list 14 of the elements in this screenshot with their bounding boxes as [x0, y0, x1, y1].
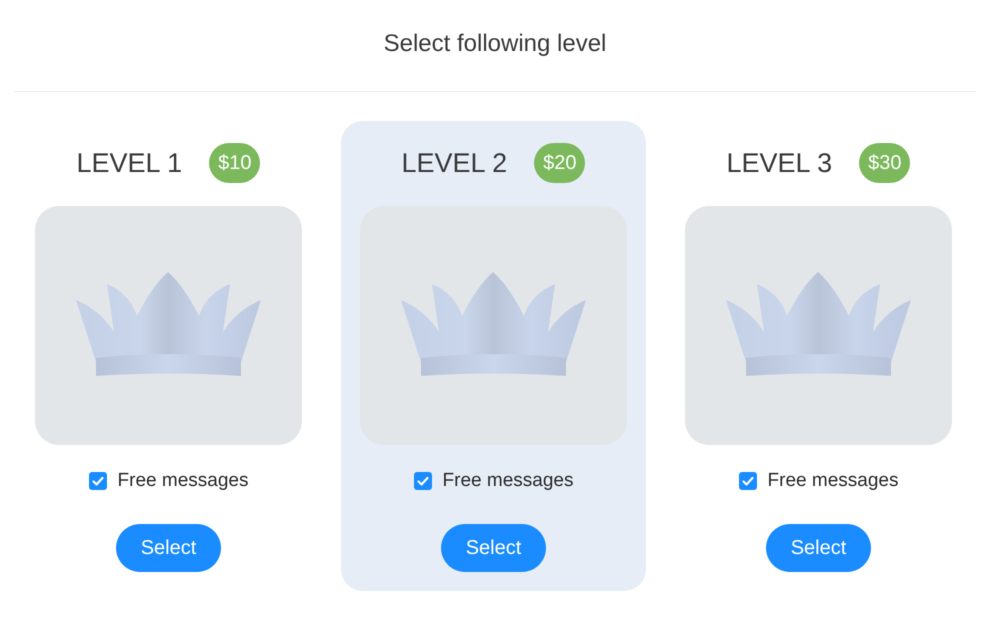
price-badge: $30 [859, 143, 910, 183]
feature-label: Free messages [768, 470, 898, 492]
level-title: LEVEL 1 [76, 147, 182, 179]
page-title: Select following level [384, 30, 606, 58]
feature-label: Free messages [442, 470, 574, 492]
feature-label: Free messages [118, 470, 248, 492]
price-badge: $10 [209, 143, 260, 183]
price-badge: $20 [534, 143, 586, 183]
level-title: LEVEL 2 [402, 147, 508, 179]
checkbox[interactable] [414, 472, 432, 490]
checkbox[interactable] [738, 472, 757, 490]
level-card[interactable]: LEVEL 2 $20 Free messages Select [341, 121, 646, 591]
level-title: LEVEL 3 [726, 147, 832, 179]
checkbox[interactable] [88, 472, 107, 490]
